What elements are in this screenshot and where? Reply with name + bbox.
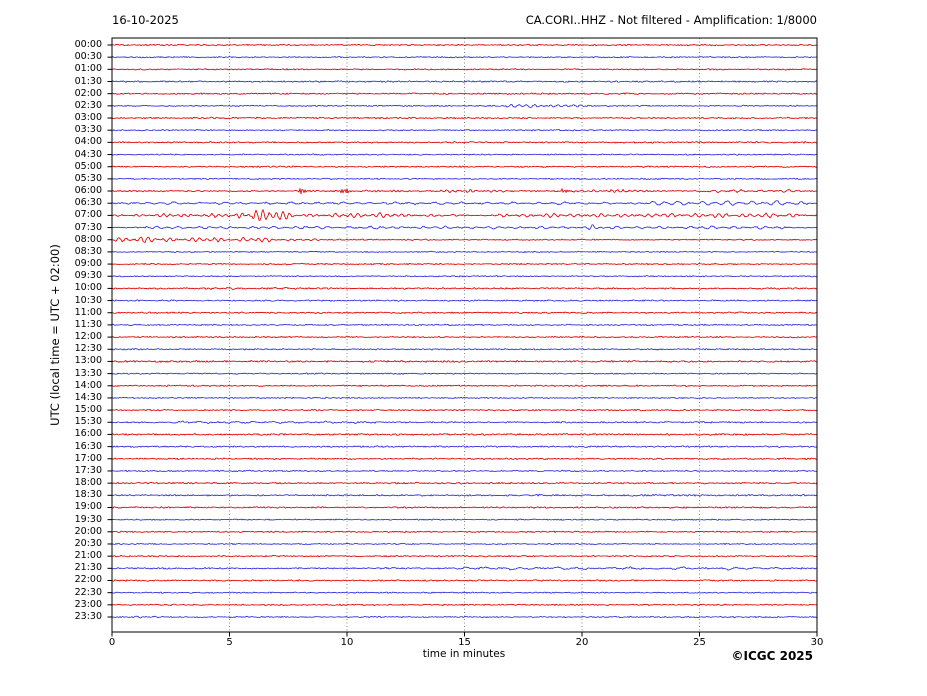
trace-row-22:30 bbox=[111, 591, 818, 594]
trace-row-04:00 bbox=[111, 141, 818, 144]
trace-row-10:00 bbox=[111, 286, 818, 291]
trace-row-20:30 bbox=[111, 542, 818, 546]
helicorder-plot bbox=[107, 37, 818, 637]
trace-row-12:00 bbox=[111, 335, 818, 339]
trace-row-07:30 bbox=[111, 224, 818, 231]
helicorder-figure: 16-10-2025 CA.CORI..HHZ - Not filtered -… bbox=[0, 0, 927, 696]
trace-row-11:00 bbox=[111, 311, 818, 314]
trace-row-23:30 bbox=[111, 615, 818, 619]
trace-row-09:30 bbox=[111, 275, 818, 278]
trace-row-00:30 bbox=[111, 56, 818, 59]
trace-row-06:30 bbox=[111, 200, 818, 206]
trace-row-09:00 bbox=[111, 262, 818, 266]
trace-row-00:00 bbox=[111, 43, 818, 47]
trace-row-18:30 bbox=[111, 493, 818, 497]
trace-row-15:00 bbox=[111, 408, 818, 412]
trace-row-19:00 bbox=[111, 506, 818, 509]
trace-row-01:00 bbox=[111, 68, 818, 71]
trace-row-05:00 bbox=[111, 165, 818, 168]
trace-row-17:30 bbox=[111, 469, 818, 473]
trace-row-14:00 bbox=[111, 384, 818, 387]
trace-row-16:30 bbox=[111, 445, 818, 448]
trace-row-21:30 bbox=[111, 566, 818, 571]
trace-row-19:30 bbox=[111, 518, 818, 521]
trace-row-07:00 bbox=[111, 209, 818, 221]
trace-row-14:30 bbox=[111, 396, 818, 400]
